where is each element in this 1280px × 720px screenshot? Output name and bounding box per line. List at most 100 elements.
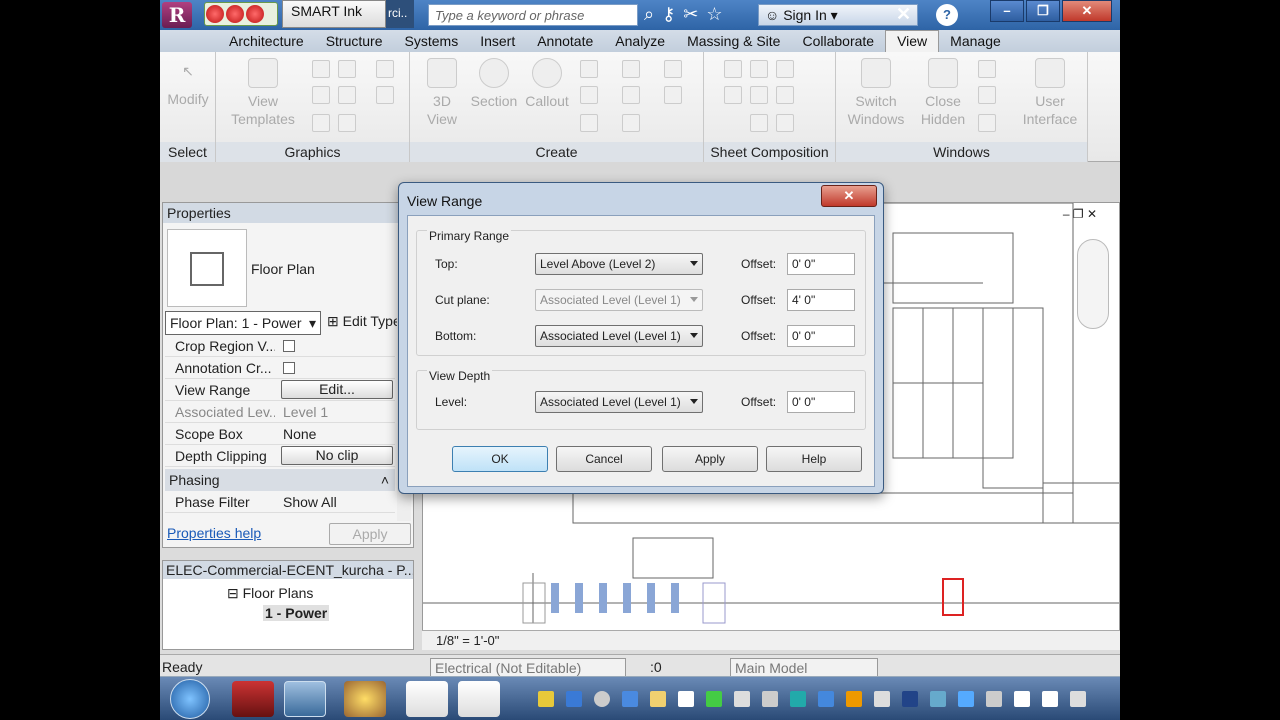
properties-help-link[interactable]: Properties help — [167, 525, 261, 541]
application-menu-button[interactable]: R — [162, 2, 192, 28]
scope-box-icon[interactable] — [664, 60, 682, 78]
drafting-view-icon[interactable] — [580, 114, 598, 132]
legends-icon[interactable] — [622, 86, 640, 104]
title-block-icon[interactable] — [750, 60, 768, 78]
smart-tools-check-icon[interactable] — [458, 681, 500, 717]
tray-chat-icon[interactable] — [734, 691, 750, 707]
search-input[interactable]: Type a keyword or phrase — [428, 4, 638, 26]
top-offset-input[interactable]: 0' 0" — [787, 253, 855, 275]
start-button[interactable] — [170, 679, 210, 719]
phase-filter-value[interactable]: Show All — [283, 494, 393, 510]
ink-icon[interactable] — [246, 5, 264, 23]
tile-icon[interactable] — [978, 114, 996, 132]
workset-dropdown[interactable]: Electrical (Not Editable) — [430, 658, 626, 678]
crop-region-checkbox[interactable] — [283, 340, 295, 352]
flag-icon[interactable] — [1014, 691, 1030, 707]
tray-orange-icon[interactable] — [846, 691, 862, 707]
close-hidden-button[interactable]: Close Hidden — [914, 58, 972, 128]
filters-icon[interactable] — [338, 60, 356, 78]
viewports-icon[interactable] — [776, 114, 794, 132]
thin-lines-icon[interactable] — [312, 86, 330, 104]
render-gallery-icon[interactable] — [376, 86, 394, 104]
tab-massing-site[interactable]: Massing & Site — [676, 31, 791, 52]
tray-battery-icon[interactable] — [1042, 691, 1058, 707]
modify-button[interactable]: ↖ Modify — [164, 62, 212, 108]
view-range-edit-button[interactable]: Edit... — [281, 380, 393, 399]
tray-shield-gray-icon[interactable] — [874, 691, 890, 707]
section-button[interactable]: Section — [468, 58, 520, 110]
cancel-button[interactable]: Cancel — [556, 446, 652, 472]
graphics-panel-title[interactable]: Graphics — [216, 142, 409, 162]
tab-systems[interactable]: Systems — [394, 31, 470, 52]
exchange-icon[interactable]: ✕ — [896, 4, 916, 24]
star-icon[interactable]: ☆ — [706, 4, 722, 26]
tab-insert[interactable]: Insert — [469, 31, 526, 52]
scope-box-value[interactable]: None — [283, 426, 393, 442]
top-level-combo[interactable]: Level Above (Level 2) — [535, 253, 703, 275]
guide-grid-icon[interactable] — [776, 86, 794, 104]
binoculars-icon[interactable]: ⌕ — [644, 4, 654, 26]
3d-view-button[interactable]: 3D View — [418, 58, 466, 128]
revit-app-icon[interactable] — [284, 681, 326, 717]
tree-current-view[interactable]: 1 - Power — [263, 605, 330, 621]
remove-hidden-icon[interactable] — [312, 114, 330, 132]
ink-icon[interactable] — [226, 5, 244, 23]
tray-disc-icon[interactable] — [594, 691, 610, 707]
select-panel-title[interactable]: Select — [160, 142, 215, 162]
tray-lock-icon[interactable] — [986, 691, 1002, 707]
instance-selector[interactable]: Floor Plan: 1 - Power ▾ — [165, 311, 321, 335]
tray-document-icon[interactable] — [678, 691, 694, 707]
dialog-close-button[interactable]: ✕ — [821, 185, 877, 207]
tray-network-status-icon[interactable] — [1070, 691, 1086, 707]
tray-shield-icon[interactable] — [538, 691, 554, 707]
apply-button[interactable]: Apply — [662, 446, 758, 472]
place-view-icon[interactable] — [750, 114, 768, 132]
matchline-icon[interactable] — [776, 60, 794, 78]
view-depth-offset-input[interactable]: 0' 0" — [787, 391, 855, 413]
maximize-button[interactable]: ❐ — [1026, 0, 1060, 22]
switch-windows-button[interactable]: Switch Windows — [844, 58, 908, 128]
elevation-icon[interactable] — [580, 86, 598, 104]
show-hidden-icon[interactable] — [338, 86, 356, 104]
cut-profile-icon[interactable] — [338, 114, 356, 132]
help-button[interactable]: Help — [766, 446, 862, 472]
cut-plane-offset-input[interactable]: 4' 0" — [787, 289, 855, 311]
view-templates-button[interactable]: View Templates — [226, 58, 300, 128]
depth-clipping-button[interactable]: No clip — [281, 446, 393, 465]
tab-structure[interactable]: Structure — [315, 31, 394, 52]
tree-floor-plans[interactable]: ⊟ Floor Plans — [227, 585, 313, 602]
tray-network-icon[interactable] — [566, 691, 582, 707]
tray-folder-icon[interactable] — [650, 691, 666, 707]
tab-collaborate[interactable]: Collaborate — [791, 31, 885, 52]
view-scale[interactable]: 1/8" = 1'-0" — [436, 633, 499, 648]
properties-apply-button[interactable]: Apply — [329, 523, 411, 545]
sheet-icon[interactable] — [664, 86, 682, 104]
tab-architecture[interactable]: Architecture — [218, 31, 315, 52]
cascade-icon[interactable] — [978, 86, 996, 104]
tray-app-icon[interactable] — [622, 691, 638, 707]
smart-notebook-icon[interactable] — [344, 681, 386, 717]
tray-edge-icon[interactable] — [790, 691, 806, 707]
bottom-level-combo[interactable]: Associated Level (Level 1) — [535, 325, 703, 347]
schedules-icon[interactable] — [622, 114, 640, 132]
view-window-controls[interactable]: – ❐ ✕ — [1063, 207, 1097, 221]
close-button[interactable]: ✕ — [1062, 0, 1112, 22]
type-selector[interactable] — [167, 229, 247, 307]
help-icon[interactable]: ? — [936, 4, 958, 26]
satellite-icon[interactable]: ✂ — [683, 4, 698, 26]
render-icon[interactable] — [376, 60, 394, 78]
tray-device-icon[interactable] — [930, 691, 946, 707]
user-interface-button[interactable]: User Interface — [1014, 58, 1086, 128]
design-option-dropdown[interactable]: Main Model — [730, 658, 878, 678]
minimize-button[interactable]: – — [990, 0, 1024, 22]
tray-green-icon[interactable] — [706, 691, 722, 707]
tray-cfg-icon[interactable] — [958, 691, 974, 707]
tray-mail-icon[interactable] — [818, 691, 834, 707]
tab-manage[interactable]: Manage — [939, 31, 1012, 52]
tab-analyze[interactable]: Analyze — [604, 31, 676, 52]
ink-icon[interactable] — [206, 5, 224, 23]
navigation-bar[interactable] — [1077, 239, 1109, 329]
tab-annotate[interactable]: Annotate — [526, 31, 604, 52]
edit-type-button[interactable]: ⊞ Edit Type — [327, 313, 401, 330]
annotation-crop-checkbox[interactable] — [283, 362, 295, 374]
